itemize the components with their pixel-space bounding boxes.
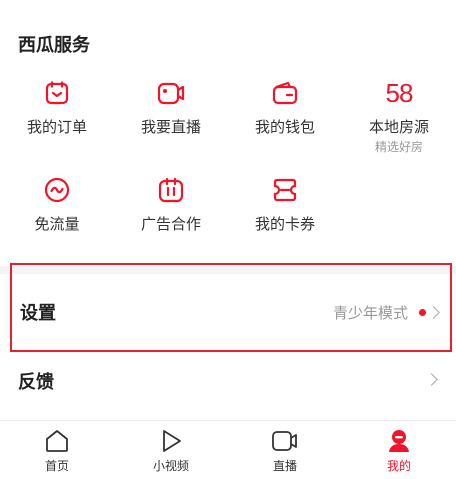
service-wallet[interactable]: 我的钱包 [228,78,342,136]
58-logo-text: 58 [385,78,414,108]
settings-row[interactable]: 设置 青少年模式 [10,263,452,352]
live-camera-icon [114,78,228,108]
service-data-free[interactable]: 免流量 [0,175,114,233]
profile-icon [342,427,456,455]
red-dot-badge [419,309,426,316]
58-logo-icon: 58 [342,78,456,108]
tab-label: 我的 [386,459,411,473]
feedback-title: 反馈 [18,372,54,393]
section-title: 西瓜服务 [18,35,90,56]
bottom-tab-bar: 首页 小视频 直播 我的 [0,420,456,479]
ad-cooperation-icon [114,175,228,205]
tab-label: 首页 [44,459,69,473]
service-label: 本地房源 [368,118,429,136]
service-label: 我要直播 [140,118,201,136]
settings-title: 设置 [20,303,56,324]
order-icon [0,78,114,108]
profile-page: 西瓜服务 我的订单 我要直播 我的钱包 58 本地房源 精选好房 免流量 广告合… [0,0,456,479]
tab-label: 直播 [272,459,297,473]
service-sublabel: 精选好房 [374,140,423,154]
wallet-icon [228,78,342,108]
youth-mode-label: 青少年模式 [332,304,408,322]
tab-live[interactable]: 直播 [228,427,342,474]
service-label: 我的钱包 [254,118,315,136]
tab-short-video[interactable]: 小视频 [114,427,228,474]
service-my-orders[interactable]: 我的订单 [0,78,114,136]
live-icon [228,427,342,455]
service-go-live[interactable]: 我要直播 [114,78,228,136]
service-coupons[interactable]: 我的卡券 [228,175,342,233]
service-ad-cooperation[interactable]: 广告合作 [114,175,228,233]
tab-home[interactable]: 首页 [0,427,114,474]
data-free-icon [0,175,114,205]
service-label: 广告合作 [140,215,201,233]
service-label: 我的卡券 [254,215,315,233]
play-icon [114,427,228,455]
coupon-icon [228,175,342,205]
tab-me[interactable]: 我的 [342,427,456,474]
service-label: 免流量 [34,215,80,233]
feedback-row[interactable]: 反馈 [0,355,456,407]
service-local-housing[interactable]: 58 本地房源 精选好房 [342,78,456,154]
chevron-right-icon [427,306,440,319]
chevron-right-icon [425,373,438,386]
home-icon [0,427,114,455]
service-label: 我的订单 [26,118,87,136]
tab-label: 小视频 [152,459,189,473]
